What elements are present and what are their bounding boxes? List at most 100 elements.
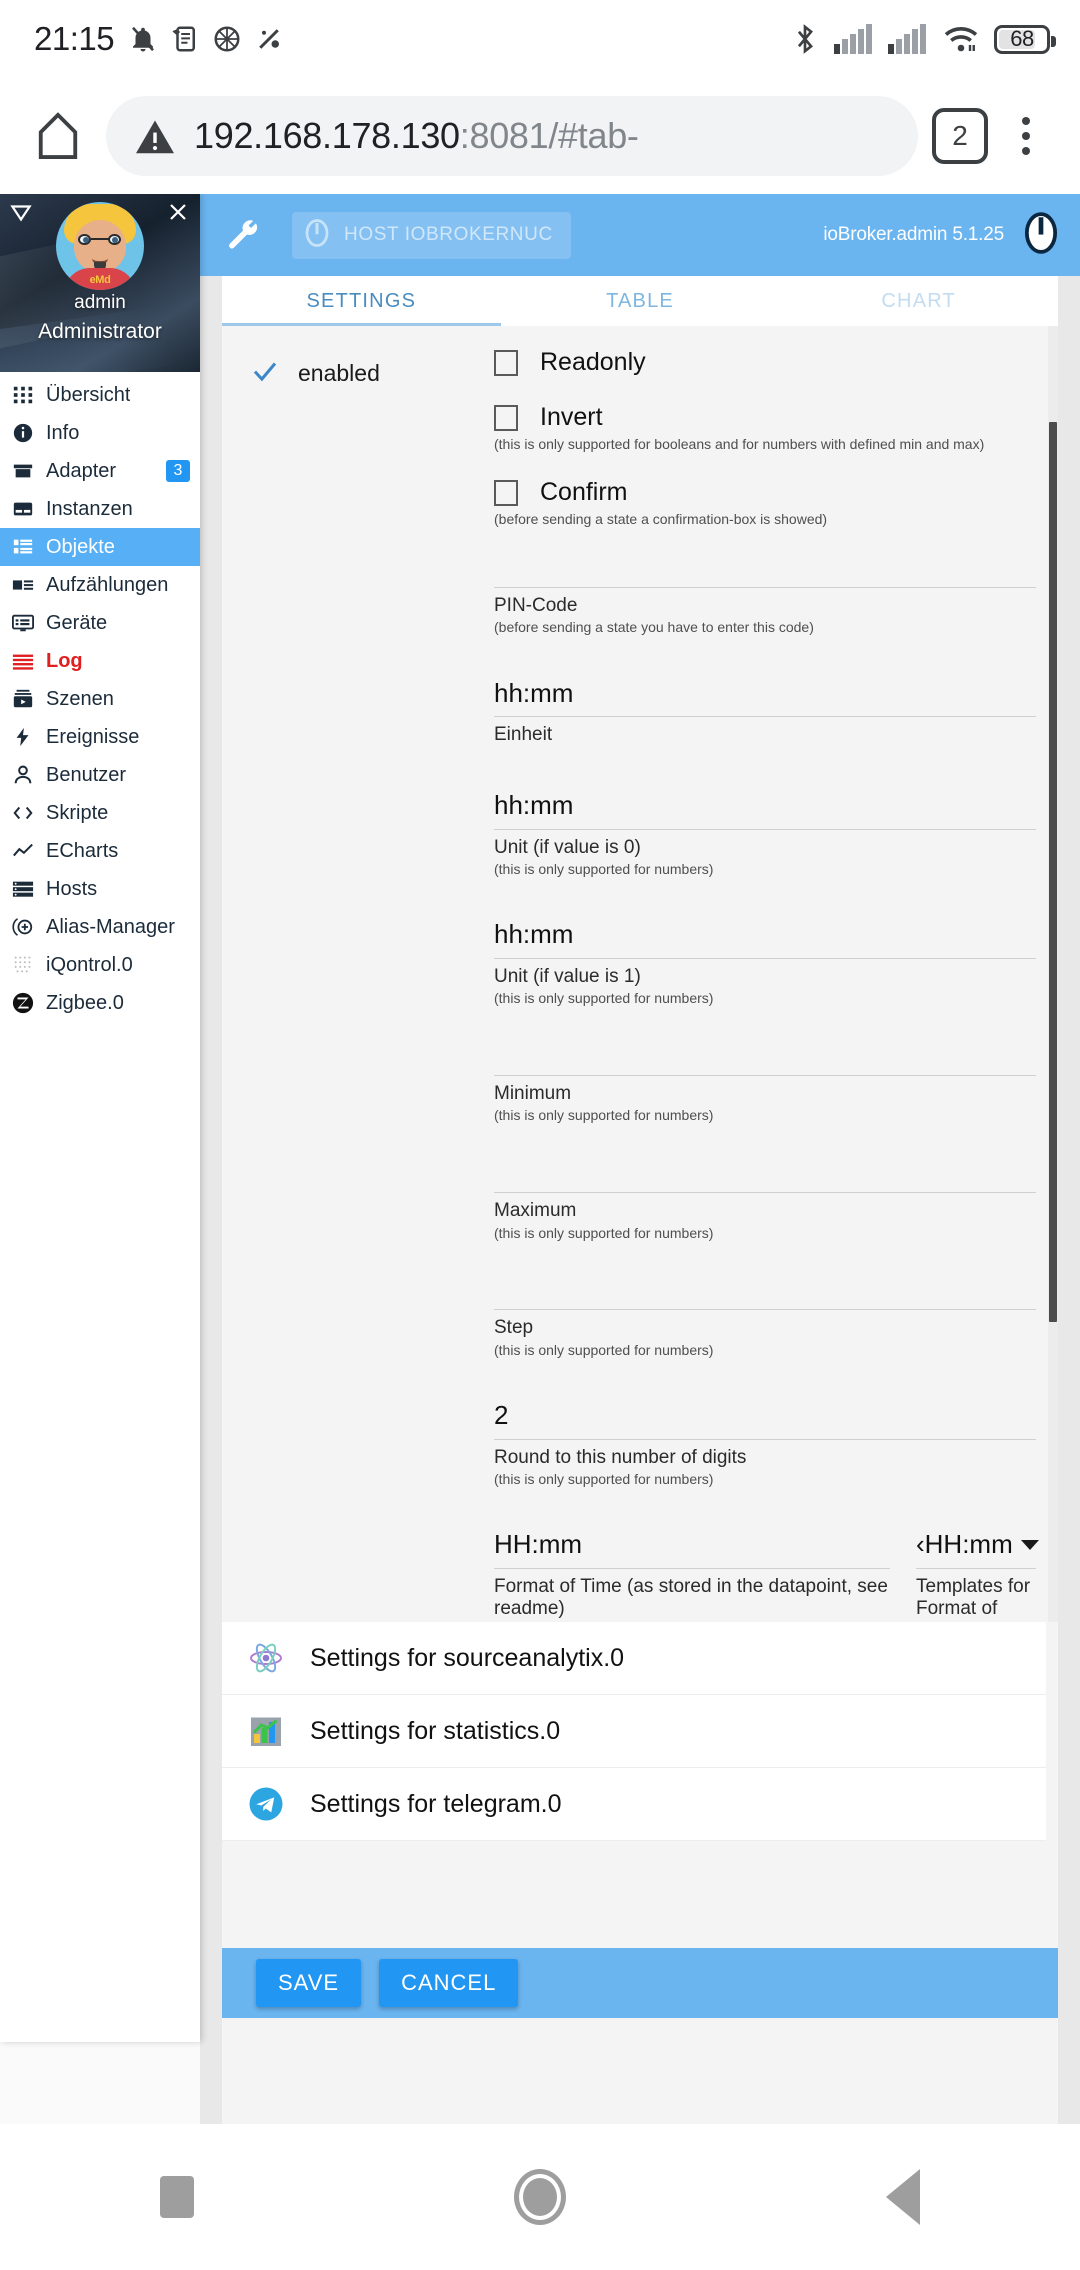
browser-toolbar: 192.168.178.130:8081/#tab- 2 — [0, 78, 1080, 194]
collapse-icon[interactable] — [8, 200, 34, 231]
alias-target-icon — [12, 916, 46, 938]
settings-scroll-region[interactable]: enabled Readonly Invert (this is only su… — [222, 326, 1058, 1622]
field-unit-value-0-label: Unit (if value is 0) — [494, 836, 641, 858]
tab-chart[interactable]: CHART — [779, 276, 1058, 326]
sidebar-item-iqontrol[interactable]: iQontrol.0 — [0, 946, 200, 984]
back-triangle-icon[interactable] — [886, 2169, 920, 2225]
checkbox-readonly[interactable] — [494, 349, 518, 376]
checkbox-row[interactable]: Invert — [494, 403, 1036, 432]
checkbox-invert-label: Invert — [540, 403, 603, 431]
sidebar-item-adapter[interactable]: Adapter 3 — [0, 452, 200, 490]
checkbox-row[interactable]: Confirm — [494, 478, 1036, 507]
field-unit-value-0: hh:mm Unit (if value is 0) (this is only… — [494, 783, 1036, 878]
field-unit-value-1-input[interactable]: hh:mm — [494, 912, 1036, 958]
sidebar-item-szenen[interactable]: Szenen — [0, 680, 200, 718]
host-selector-chip[interactable]: HOST IOBROKERNUC — [292, 211, 571, 259]
person-icon — [12, 764, 46, 786]
sidebar-item-geraete[interactable]: Geräte — [0, 604, 200, 642]
accordion-item-telegram[interactable]: Settings for telegram.0 — [222, 1768, 1046, 1841]
cancel-button[interactable]: CANCEL — [379, 1959, 519, 2007]
tab-bar: SETTINGS TABLE CHART — [222, 276, 1058, 326]
signal-sim1-icon — [834, 24, 874, 54]
field-underline — [494, 1309, 1036, 1311]
sidebar-item-label: Ereignisse — [46, 725, 140, 748]
sidebar-item-log[interactable]: Log — [0, 642, 200, 680]
wrench-icon[interactable] — [226, 218, 260, 252]
sidebar-item-label: Hosts — [46, 877, 98, 900]
checkbox-invert[interactable] — [494, 404, 518, 431]
sidebar-item-label: ECharts — [46, 839, 119, 862]
address-bar[interactable]: 192.168.178.130:8081/#tab- — [106, 96, 918, 176]
tab-table[interactable]: TABLE — [501, 276, 780, 326]
close-icon[interactable] — [166, 200, 190, 229]
sidebar-item-hosts[interactable]: Hosts — [0, 870, 200, 908]
checkbox-block-readonly: Readonly — [494, 348, 1036, 377]
accordion-item-label: Settings for statistics.0 — [310, 1716, 561, 1745]
field-maximum-label: Maximum — [494, 1200, 577, 1222]
field-einheit-input[interactable]: hh:mm — [494, 670, 1036, 716]
clipboard-icon — [170, 24, 200, 54]
field-unit-value-0-input[interactable]: hh:mm — [494, 783, 1036, 829]
sidebar-item-zigbee[interactable]: Zigbee.0 — [0, 984, 200, 1022]
sidebar-item-info[interactable]: Info — [0, 414, 200, 452]
avatar[interactable]: eMd — [56, 202, 144, 290]
settings-right-column: Readonly Invert (this is only supported … — [494, 348, 1039, 1622]
sidebar-item-skripte[interactable]: Skripte — [0, 794, 200, 832]
code-brackets-icon — [12, 802, 46, 824]
url-host: 192.168.178.130 — [194, 115, 460, 156]
select-template-format-of-time[interactable]: ‹HH:mm Templates for Format of Time — [916, 1522, 1039, 1622]
settings-scrollbar[interactable] — [1048, 326, 1058, 1622]
not-secure-warning-icon[interactable] — [134, 117, 176, 155]
iqontrol-dots-icon — [12, 954, 46, 976]
checkbox-confirm-label: Confirm — [540, 478, 628, 506]
sidebar-item-label: Szenen — [46, 687, 114, 710]
select-template-format-of-time-value[interactable]: ‹HH:mm — [916, 1522, 1039, 1568]
enabled-label: enabled — [298, 360, 380, 386]
save-button[interactable]: SAVE — [256, 1959, 362, 2007]
home-icon[interactable] — [26, 104, 90, 168]
field-pin-code: PIN-Code (before sending a state you hav… — [494, 587, 1036, 636]
sidebar-item-instanzen[interactable]: Instanzen — [0, 490, 200, 528]
home-circle-icon[interactable] — [514, 2169, 566, 2225]
sidebar-item-objekte[interactable]: Objekte — [0, 528, 200, 566]
overflow-menu-icon[interactable] — [998, 117, 1054, 155]
status-bar-system-icons: 68 — [790, 22, 1056, 56]
sourceanalytix-icon — [246, 1638, 286, 1678]
host-label: HOST IOBROKERNUC — [344, 224, 553, 245]
accordion-item-statistics[interactable]: Settings for statistics.0 — [222, 1695, 1046, 1768]
field-round-digits-input[interactable]: 2 — [494, 1393, 1036, 1439]
power-icon — [302, 218, 332, 253]
telegram-icon — [246, 1784, 286, 1824]
enabled-toggle-row[interactable]: enabled — [250, 356, 480, 391]
sidebar-item-label: Log — [46, 649, 83, 672]
sidebar-item-ereignisse[interactable]: Ereignisse — [0, 718, 200, 756]
tab-settings[interactable]: SETTINGS — [222, 276, 501, 326]
sidebar-item-echarts[interactable]: ECharts — [0, 832, 200, 870]
sidebar-item-label: Alias-Manager — [46, 915, 175, 938]
checkbox-confirm[interactable] — [494, 479, 518, 506]
tab-switcher-button[interactable]: 2 — [932, 108, 988, 164]
web-viewport: HOST IOBROKERNUC ioBroker.admin 5.1.25 S… — [0, 194, 1080, 2124]
accordion-item-sourceanalytix[interactable]: Settings for sourceanalytix.0 — [222, 1622, 1046, 1695]
sidebar-item-alias-manager[interactable]: Alias-Manager — [0, 908, 200, 946]
settings-scrollbar-thumb[interactable] — [1049, 422, 1057, 1322]
field-unit-value-1-sub: (this is only supported for numbers) — [494, 990, 714, 1007]
url-path: :8081/#tab- — [459, 115, 639, 156]
checkbox-row[interactable]: Readonly — [494, 348, 1036, 377]
navigation-drawer: eMd admin Administrator Übersicht Info A… — [0, 194, 200, 2042]
zigbee-icon — [12, 992, 46, 1014]
status-bar-clock: 21:15 — [34, 20, 115, 57]
sidebar-item-aufzaehlungen[interactable]: Aufzählungen — [0, 566, 200, 604]
sidebar-item-benutzer[interactable]: Benutzer — [0, 756, 200, 794]
field-format-of-time-input[interactable]: HH:mm — [494, 1522, 890, 1568]
recents-square-icon[interactable] — [160, 2176, 194, 2218]
sidebar-item-uebersicht[interactable]: Übersicht — [0, 376, 200, 414]
avatar-glasses-bridge — [91, 238, 109, 240]
field-format-of-time-label: Format of Time (as stored in the datapoi… — [494, 1575, 888, 1620]
field-minimum-label: Minimum — [494, 1083, 572, 1105]
